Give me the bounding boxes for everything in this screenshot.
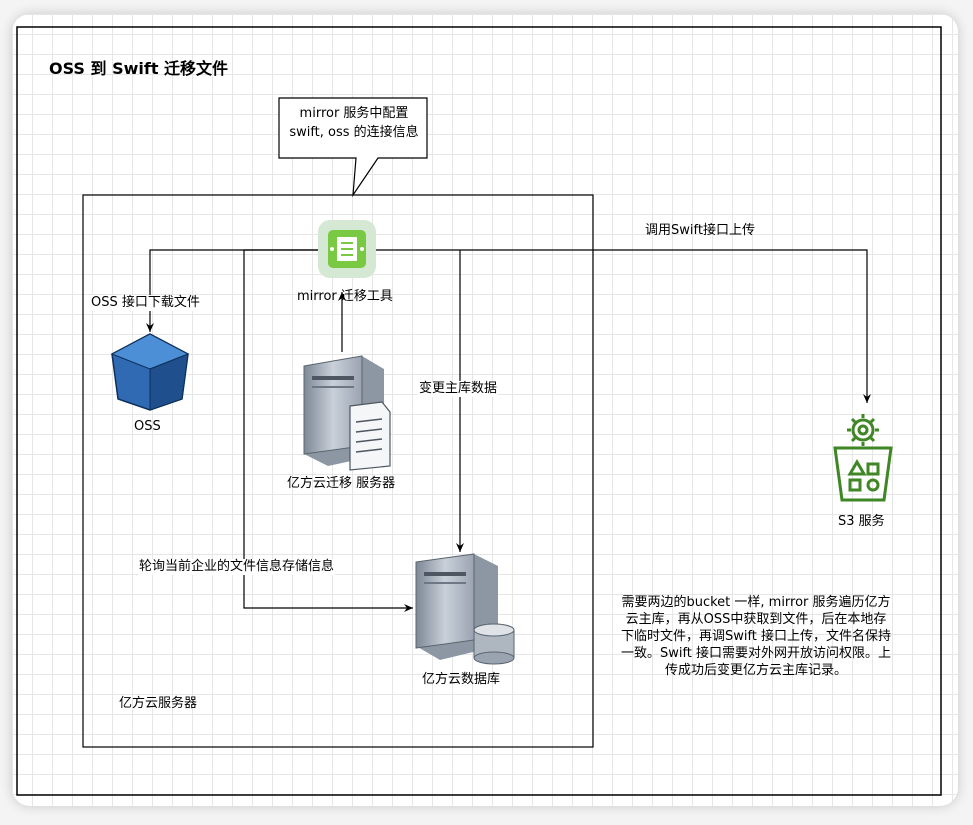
oss-label: OSS: [134, 419, 161, 434]
mirror-tool-icon: [318, 220, 376, 278]
edge-label-swift-upload: 调用Swift接口上传: [645, 223, 755, 238]
mirror-tool-label: mirror 迁移工具: [297, 289, 393, 304]
oss-cube-icon: [110, 333, 190, 411]
callout-text: mirror 服务中配置 swift, oss 的连接信息: [289, 106, 419, 140]
migration-server-icon: [303, 355, 391, 471]
s3-label: S3 服务: [838, 514, 885, 529]
database-server-icon: [415, 553, 515, 665]
diagram-card: OSS 到 Swift 迁移文件 mirror 服务中配置 swift, oss…: [12, 14, 958, 806]
database-label: 亿方云数据库: [422, 672, 501, 687]
description-note: 需要两边的bucket 一样, mirror 服务遍历亿方云主库，再从OSS中获…: [620, 595, 892, 678]
edge-label-change-db: 变更主库数据: [418, 381, 499, 397]
edge-oss-download: [146, 249, 318, 332]
diagram-title: OSS 到 Swift 迁移文件: [49, 59, 229, 78]
migration-server-label: 亿方云迁移 服务器: [287, 476, 396, 491]
edge-label-oss-download: OSS 接口下载文件: [90, 295, 201, 311]
s3-bucket-icon: [833, 414, 893, 502]
group-label: 亿方云服务器: [119, 696, 198, 711]
edge-label-poll: 轮询当前企业的文件信息存储信息: [138, 559, 336, 575]
